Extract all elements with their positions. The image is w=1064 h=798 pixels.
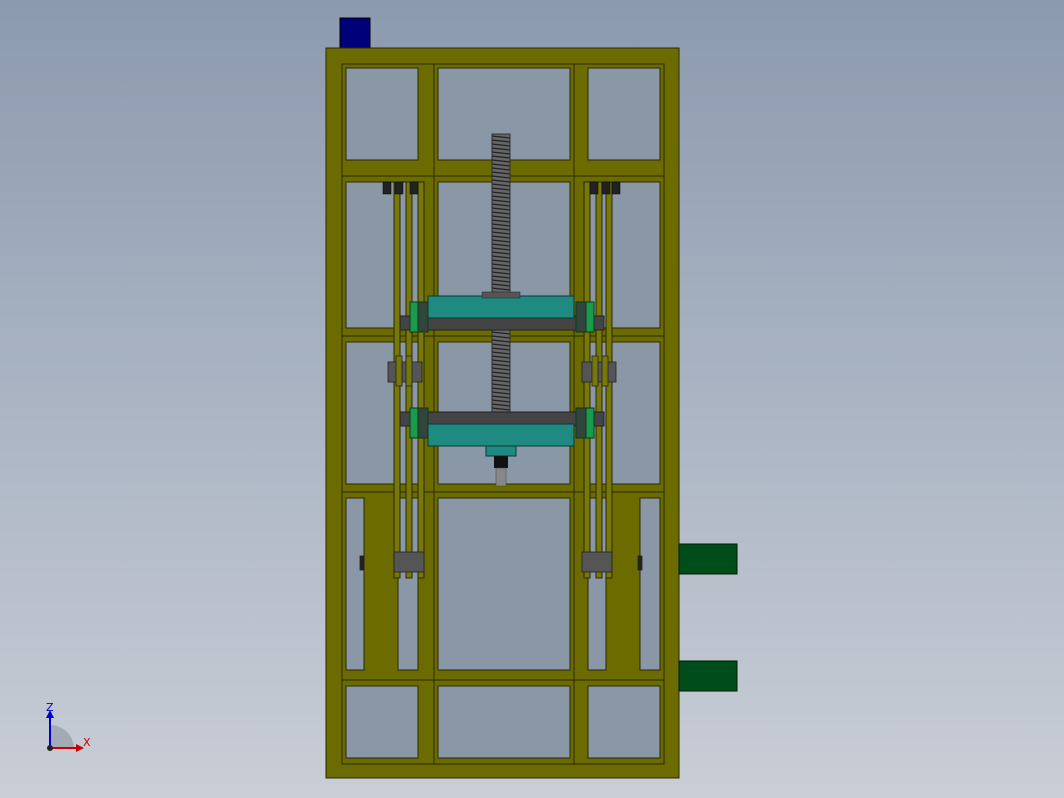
top-block[interactable]: [339, 17, 371, 49]
cad-viewport[interactable]: Z X: [0, 0, 1064, 798]
model-canvas: Z X: [46, 17, 738, 779]
lead-screw[interactable]: [491, 133, 511, 417]
z-axis-label: Z: [46, 701, 54, 714]
upper-carriage[interactable]: [399, 291, 605, 333]
side-bracket-upper[interactable]: [678, 543, 738, 575]
x-axis-label: X: [83, 736, 91, 749]
side-bracket-lower[interactable]: [678, 660, 738, 692]
axis-triad: Z X: [46, 701, 91, 752]
